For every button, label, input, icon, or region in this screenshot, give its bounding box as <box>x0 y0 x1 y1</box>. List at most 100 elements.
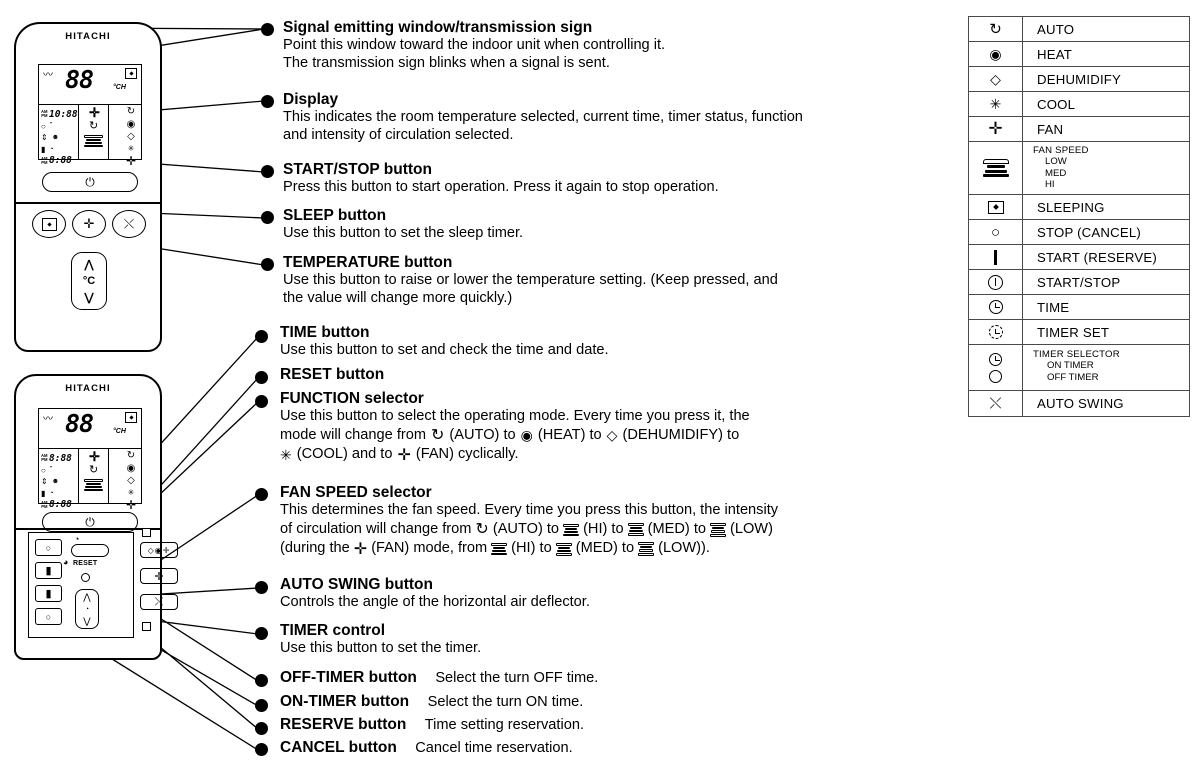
heat-icon: ◉ <box>520 427 533 444</box>
callout-line-icons: ✳ (COOL) and to ✛ (FAN) cyclically. <box>280 446 935 466</box>
lcd-timer-set-icon-lower: ☻ <box>51 478 60 485</box>
sleep-button-upper[interactable] <box>32 210 66 238</box>
timer-set-icon: ◕ <box>63 557 69 567</box>
off-timer-button[interactable]: ○ <box>35 608 62 625</box>
time-button[interactable] <box>71 544 109 557</box>
callout-title: TEMPERATURE button <box>283 254 453 271</box>
legend-row-fan-speed: FAN SPEED LOW MED HI <box>969 142 1189 196</box>
callout-line-icons: (during the ✛ (FAN) mode, from (HI) to (… <box>280 540 940 560</box>
start-bar-icon: ▮ <box>45 565 52 577</box>
start-stop-button-upper[interactable]: ⏻ <box>42 172 138 192</box>
lcd-swing-icon: ⇕ <box>41 133 48 142</box>
bullet-temperature <box>261 258 274 271</box>
fs-text: (HI) to <box>511 540 552 557</box>
cancel-button[interactable]: ○ <box>35 539 62 556</box>
reserve-button[interactable]: ▮ <box>35 562 62 579</box>
callout-line: Use this button to raise or lower the te… <box>283 272 778 289</box>
lcd-mode-dehumidify-icon: ◇ <box>127 131 135 142</box>
callout-reserve: RESERVE button Time setting reservation. <box>280 716 930 734</box>
chevron-down-icon-lower: ⋁ <box>83 615 91 626</box>
panel-divider-lower <box>16 528 160 530</box>
lcd-ch-label-lower: °CH <box>113 428 126 435</box>
legend-label: FAN <box>1037 121 1064 137</box>
celsius-label: °C <box>82 275 96 287</box>
lcd-swing-icon-lower: ⇕ <box>41 477 48 486</box>
diagram-stage: HITACHI 〰 88 °CH AM PM 10:88 ○ " ⇕ ☻ ▮ ◔… <box>0 0 1200 772</box>
callout-line: Use this button to set the timer. <box>280 640 482 657</box>
bullet-cancel <box>255 743 268 756</box>
function-selector-button[interactable]: ◇◉✛ <box>140 542 178 558</box>
clock-icon <box>969 295 1023 320</box>
lcd-display-lower: 〰 88 °CH AM PM 8:88 ○ " ⇕ ☻ ▮ ◔ AM PM 8:… <box>38 408 142 511</box>
bullet-auto-swing <box>255 581 268 594</box>
chevron-down-icon: ⋁ <box>84 292 94 304</box>
lcd-mode-fan-icon-lower: ✛ <box>125 498 136 512</box>
lcd-upper-section: 〰 88 °CH <box>39 65 141 105</box>
fan-speed-med-icon <box>555 542 572 556</box>
legend-label: TIMER SELECTOR <box>1033 349 1120 361</box>
lcd-mode-auto-icon-lower: ↻ <box>126 450 136 461</box>
reset-button[interactable] <box>81 573 90 582</box>
auto-swing-button-upper[interactable]: ⤬ <box>112 210 146 238</box>
callout-title: RESERVE button <box>280 716 407 733</box>
lcd-start-bar-icon-lower: ▮ <box>41 488 46 498</box>
lcd-clock-small-icon: ◔ <box>49 145 54 153</box>
callout-on-timer: ON-TIMER button Select the turn ON time. <box>280 693 930 711</box>
lcd-lower-section: AM PM 10:88 ○ " ⇕ ☻ ▮ ◔ AM PM 8:88 ✛ ↻ ↻… <box>39 105 141 167</box>
lcd-fan-plus-icon: ✛ <box>89 105 100 120</box>
legend-sub-med: MED <box>1045 167 1067 179</box>
legend-label: START/STOP <box>1037 274 1121 290</box>
fan-propeller-icon: ✛ <box>397 446 411 464</box>
legend-timer-selector-block: TIMER SELECTOR ON TIMER OFF TIMER <box>1023 345 1189 390</box>
legend-row-heat: ◉ HEAT <box>969 42 1189 67</box>
callout-sleep: SLEEP button Use this button to set the … <box>283 207 933 243</box>
bullet-function-selector <box>255 395 268 408</box>
bullet-on-timer <box>255 699 268 712</box>
fan-speed-med-icon <box>627 523 644 537</box>
callout-fan-speed: FAN SPEED selector This determines the f… <box>280 484 940 559</box>
fan-speed-button-upper[interactable]: ✛ <box>72 210 106 238</box>
lcd-stop-circle-icon: ○ <box>41 121 46 131</box>
bullet-timer-control <box>255 627 268 640</box>
legend-sub-on-timer: ON TIMER <box>1047 360 1094 372</box>
lcd-temperature-digits-lower: 88 <box>65 409 94 438</box>
stop-circle-icon: ○ <box>45 542 52 553</box>
legend-label: HEAT <box>1037 46 1072 62</box>
off-timer-circle-icon <box>989 369 1002 383</box>
legend-fan-speed-block: FAN SPEED LOW MED HI <box>1023 142 1189 194</box>
callout-reset: RESET button <box>280 366 930 384</box>
function-mode-icons: ◇◉✛ <box>147 545 171 555</box>
callout-line: Controls the angle of the horizontal air… <box>280 594 590 611</box>
on-timer-button[interactable]: ▮ <box>35 585 62 602</box>
lcd-clock-top-lower: 8:88 <box>49 452 72 464</box>
callout-signal-window: Signal emitting window/transmission sign… <box>283 19 933 73</box>
heat-icon: ◉ <box>969 42 1023 66</box>
temperature-rocker-lower[interactable]: ⋀ ◔ ⋁ <box>75 589 99 629</box>
lcd-mode-auto-icon: ↻ <box>126 106 136 117</box>
legend-row-fan: ✛ FAN <box>969 117 1189 142</box>
auto-cycle-icon: ↻ <box>969 17 1023 41</box>
callout-line: Press this button to start operation. Pr… <box>283 179 719 196</box>
fn-text: (AUTO) to <box>449 426 516 443</box>
timer-set-icon <box>969 320 1023 345</box>
callout-cancel: CANCEL button Cancel time reservation. <box>280 739 930 757</box>
dehumidify-drop-icon: ◇ <box>606 427 618 444</box>
lcd-timer-set-icon: ☻ <box>51 134 60 141</box>
sleeping-icon <box>969 195 1023 220</box>
temperature-rocker-upper[interactable]: ⋀ °C ⋁ <box>71 252 107 310</box>
legend-label: TIME <box>1037 299 1070 315</box>
bullet-start-stop <box>261 165 274 178</box>
callout-line: The transmission sign blinks when a sign… <box>283 55 610 72</box>
legend-row-auto: ↻ AUTO <box>969 17 1189 42</box>
lcd-fan-column: ✛ ↻ <box>79 105 109 159</box>
dehumidify-drop-icon: ◇ <box>969 67 1023 91</box>
legend-row-timer-selector: TIMER SELECTOR ON TIMER OFF TIMER <box>969 345 1189 392</box>
fan-speed-low-icon <box>638 542 655 557</box>
callout-title: TIME button <box>280 324 370 341</box>
lcd-fan-column-lower: ✛ ↻ <box>79 449 109 503</box>
fan-speed-selector-button[interactable]: ✛ <box>140 568 178 584</box>
callout-title: ON-TIMER button <box>280 693 410 710</box>
fs-text: (during the <box>280 540 350 557</box>
lcd-timer-column-lower: AM PM 8:88 ○ " ⇕ ☻ ▮ ◔ AM PM 8:88 <box>39 449 79 509</box>
auto-swing-button-lower[interactable]: ⤬ <box>140 594 178 610</box>
